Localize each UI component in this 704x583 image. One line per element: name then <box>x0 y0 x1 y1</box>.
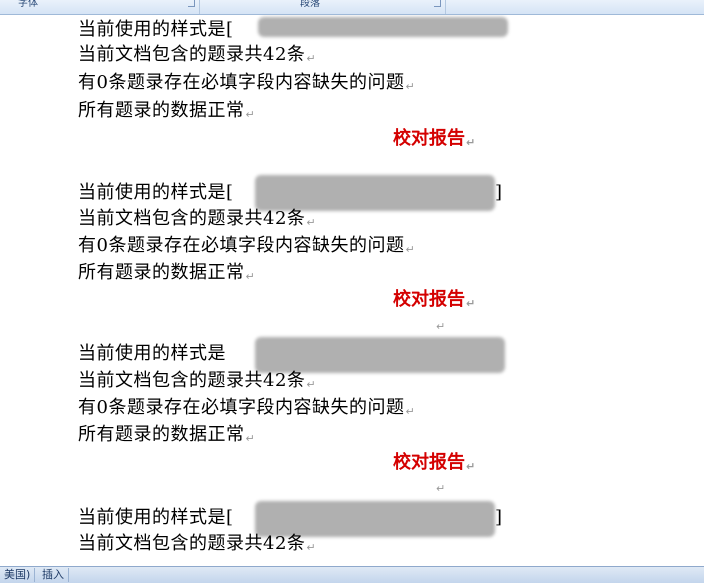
bracket-open: [ <box>226 19 234 40</box>
ok-line: 所有题录的数据正常↵ <box>78 424 255 446</box>
font-group-label: 字体 <box>18 0 38 9</box>
ok-text: 所有题录的数据正常 <box>78 262 245 283</box>
paragraph-mark-icon: ↵ <box>466 460 476 473</box>
redacted-style-name <box>255 501 495 537</box>
paragraph-mark-icon: ↵ <box>306 52 317 65</box>
style-line: 当前使用的样式是 <box>78 343 226 365</box>
paragraph-mark-icon: ↵ <box>436 320 446 333</box>
document-page[interactable]: 当前使用的样式是[ 当前文档包含的题录共42条↵ 有0条题录存在必填字段内容缺失… <box>0 15 704 566</box>
paragraph-dialog-launcher-icon[interactable] <box>434 0 441 7</box>
redacted-style-name <box>255 175 495 211</box>
missing-text: 有0条题录存在必填字段内容缺失的问题 <box>78 397 405 418</box>
report-title-text: 校对报告 <box>393 289 465 310</box>
bracket-open: [ <box>226 507 234 528</box>
redacted-style-name <box>255 337 505 373</box>
paragraph-mark-icon: ↵ <box>306 216 317 229</box>
bracket-close: ] <box>495 507 503 528</box>
ribbon-bottom-strip: 字体 段落 <box>0 0 704 15</box>
style-line: 当前使用的样式是[ <box>78 507 234 529</box>
report-title: 校对报告↵ <box>393 127 475 151</box>
language-indicator[interactable]: 美国) <box>0 568 36 582</box>
style-label: 当前使用的样式是 <box>78 19 226 40</box>
report-title-text: 校对报告 <box>393 452 465 473</box>
status-bar: 美国) 插入 <box>0 566 704 583</box>
report-title: 校对报告↵ <box>393 451 475 475</box>
paragraph-mark-icon: ↵ <box>306 378 317 391</box>
count-text: 当前文档包含的题录共42条 <box>78 533 306 554</box>
redacted-style-name <box>258 17 508 37</box>
paragraph-mark-icon: ↵ <box>466 136 476 149</box>
missing-line: 有0条题录存在必填字段内容缺失的问题↵ <box>78 72 415 94</box>
report-title-text: 校对报告 <box>393 128 465 149</box>
style-line: 当前使用的样式是[ <box>78 19 234 41</box>
missing-text: 有0条题录存在必填字段内容缺失的问题 <box>78 72 405 93</box>
style-label: 当前使用的样式是 <box>78 507 226 528</box>
ok-line: 所有题录的数据正常↵ <box>78 100 255 122</box>
paragraph-mark-icon: ↵ <box>245 432 256 445</box>
bracket-open: [ <box>226 182 234 203</box>
style-line: 当前使用的样式是[ <box>78 182 234 204</box>
missing-text: 有0条题录存在必填字段内容缺失的问题 <box>78 235 405 256</box>
paragraph-mark-icon: ↵ <box>405 243 416 256</box>
style-label: 当前使用的样式是 <box>78 343 226 364</box>
count-line: 当前文档包含的题录共42条↵ <box>78 44 316 66</box>
count-line: 当前文档包含的题录共42条↵ <box>78 370 316 392</box>
paragraph-mark-icon: ↵ <box>405 405 416 418</box>
report-title: 校对报告↵ <box>393 288 475 312</box>
count-text: 当前文档包含的题录共42条 <box>78 208 306 229</box>
paragraph-mark-icon: ↵ <box>405 80 416 93</box>
bracket-close: ] <box>495 182 503 203</box>
paragraph-group-label: 段落 <box>300 0 320 9</box>
count-line: 当前文档包含的题录共42条↵ <box>78 533 316 555</box>
font-dialog-launcher-icon[interactable] <box>188 0 195 7</box>
style-label: 当前使用的样式是 <box>78 182 226 203</box>
ok-line: 所有题录的数据正常↵ <box>78 262 255 284</box>
missing-line: 有0条题录存在必填字段内容缺失的问题↵ <box>78 235 415 257</box>
paragraph-mark-icon: ↵ <box>436 482 446 495</box>
paragraph-mark-icon: ↵ <box>245 108 256 121</box>
count-text: 当前文档包含的题录共42条 <box>78 370 306 391</box>
ok-text: 所有题录的数据正常 <box>78 100 245 121</box>
font-group: 字体 <box>0 0 200 14</box>
paragraph-mark-icon: ↵ <box>466 297 476 310</box>
count-text: 当前文档包含的题录共42条 <box>78 44 306 65</box>
missing-line: 有0条题录存在必填字段内容缺失的问题↵ <box>78 397 415 419</box>
insert-mode-indicator[interactable]: 插入 <box>38 568 69 582</box>
paragraph-mark-icon: ↵ <box>306 541 317 554</box>
paragraph-mark-icon: ↵ <box>245 270 256 283</box>
ok-text: 所有题录的数据正常 <box>78 424 245 445</box>
paragraph-group: 段落 <box>200 0 446 14</box>
count-line: 当前文档包含的题录共42条↵ <box>78 208 316 230</box>
